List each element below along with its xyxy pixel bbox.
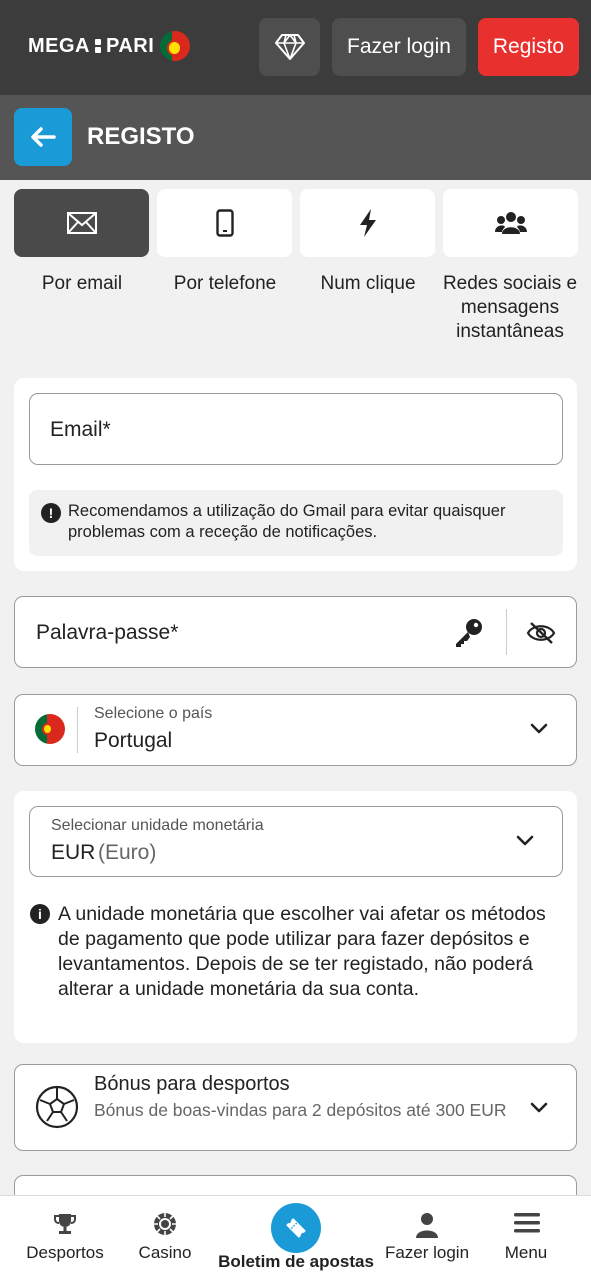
top-header: MEGA PARI Fazer login Registo <box>0 0 591 95</box>
info-icon: i <box>30 904 50 924</box>
field-divider <box>77 707 78 753</box>
vip-diamond-button[interactable] <box>259 18 320 76</box>
tab-label-one-click: Num clique <box>320 273 416 294</box>
hamburger-menu-icon <box>514 1213 540 1233</box>
chevron-down-icon <box>530 723 548 734</box>
email-field[interactable]: Email* <box>29 393 563 465</box>
nav-sports-label: Desportos <box>26 1243 104 1262</box>
nav-menu-label: Menu <box>504 1243 548 1262</box>
megapari-logo[interactable]: MEGA PARI <box>28 30 191 62</box>
arrow-left-icon <box>31 127 56 147</box>
nav-betslip-label: Boletim de apostas <box>218 1252 374 1271</box>
tab-by-phone[interactable] <box>157 189 292 257</box>
country-label: Selecione o país <box>94 705 213 722</box>
nav-login[interactable]: Fazer login <box>382 1196 472 1280</box>
phone-icon <box>215 209 234 237</box>
page-title: REGISTO <box>87 123 195 150</box>
nav-menu[interactable]: Menu <box>481 1196 571 1280</box>
country-value: Portugal <box>94 729 173 752</box>
field-divider <box>506 609 507 655</box>
bonus-select[interactable]: Bónus para desportos Bónus de boas-vinda… <box>14 1064 577 1151</box>
soccer-ball-icon <box>35 1085 79 1129</box>
nav-login-label: Fazer login <box>384 1243 470 1262</box>
country-select[interactable]: Selecione o país Portugal <box>14 694 577 766</box>
casino-chip-icon <box>154 1213 176 1235</box>
tab-label-social: Redes sociais e mensagens instantâneas <box>442 273 578 342</box>
logo-text-right: PARI <box>106 34 155 57</box>
gmail-notice-text: Recomendamos a utilização do Gmail para … <box>68 502 506 541</box>
register-button[interactable]: Registo <box>478 18 579 76</box>
diamond-icon <box>274 34 305 60</box>
envelope-icon <box>66 212 97 234</box>
nav-sports[interactable]: Desportos <box>20 1196 110 1280</box>
portugal-flag-icon <box>35 714 65 744</box>
currency-select[interactable]: Selecionar unidade monetária EUR (Euro) <box>29 806 563 877</box>
gmail-notice: ! Recomendamos a utilização do Gmail par… <box>29 490 563 556</box>
currency-name: (Euro) <box>98 841 157 864</box>
nav-casino-label: Casino <box>138 1243 192 1262</box>
tab-one-click[interactable] <box>300 189 435 257</box>
bonus-title: Bónus para desportos <box>94 1073 290 1095</box>
tab-social-networks[interactable] <box>443 189 578 257</box>
portugal-flag-icon <box>160 31 191 61</box>
betslip-button[interactable] <box>271 1203 321 1253</box>
tab-label-email: Por email <box>41 273 123 294</box>
tab-by-email[interactable] <box>14 189 149 257</box>
nav-casino[interactable]: Casino <box>120 1196 210 1280</box>
alert-icon: ! <box>41 503 61 523</box>
bonus-description: Bónus de boas-vindas para 2 depósitos at… <box>94 1100 507 1120</box>
logo-separator <box>94 38 102 54</box>
back-button[interactable] <box>14 108 72 166</box>
key-icon[interactable] <box>453 617 485 649</box>
tab-label-phone: Por telefone <box>173 273 277 294</box>
currency-label: Selecionar unidade monetária <box>51 817 264 834</box>
password-placeholder: Palavra-passe* <box>36 621 179 644</box>
password-field[interactable]: Palavra-passe* <box>14 596 577 668</box>
lightning-icon <box>359 209 376 237</box>
currency-info-text: A unidade monetária que escolher vai afe… <box>58 903 546 1000</box>
ticket-icon <box>286 1218 306 1238</box>
login-button[interactable]: Fazer login <box>332 18 466 76</box>
page-header: REGISTO <box>0 95 591 180</box>
logo-text-left: MEGA <box>28 34 90 57</box>
chevron-down-icon <box>530 1102 548 1113</box>
user-icon <box>416 1213 438 1238</box>
email-placeholder: Email* <box>50 418 111 441</box>
eye-slash-icon[interactable] <box>526 621 556 645</box>
trophy-icon <box>54 1214 76 1234</box>
chevron-down-icon <box>516 835 534 846</box>
currency-code: EUR <box>51 841 96 864</box>
users-icon <box>494 212 527 234</box>
